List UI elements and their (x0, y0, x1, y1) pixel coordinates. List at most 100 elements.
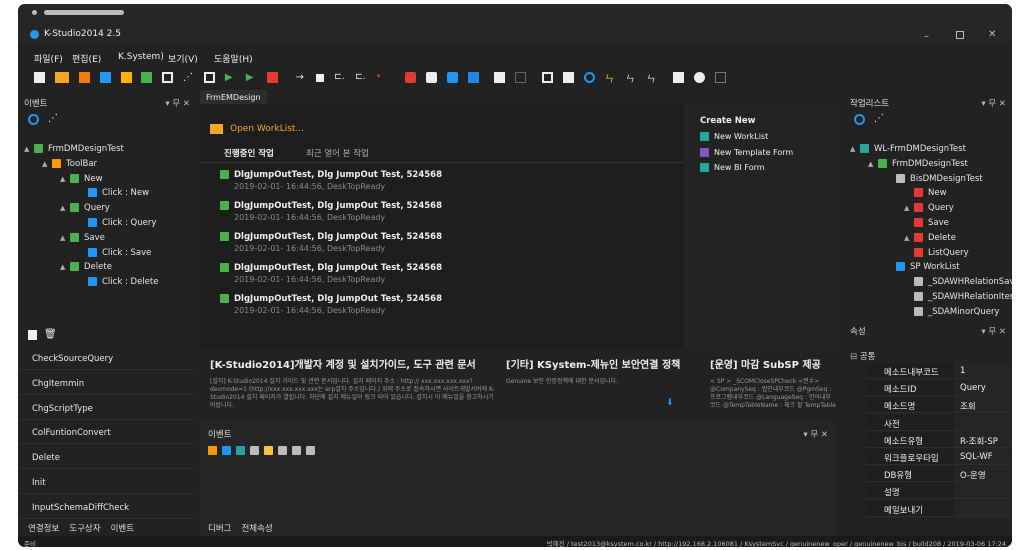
expand-arrow[interactable]: ▲ (60, 234, 70, 242)
folder-icon[interactable] (120, 72, 132, 83)
tree-item[interactable]: New (904, 188, 947, 203)
expand-arrow[interactable]: ▲ (60, 175, 70, 183)
command-item[interactable]: ColFuntionConvert (18, 420, 196, 445)
create-new-item[interactable]: New WorkList (700, 132, 768, 141)
left-tab-1[interactable]: 도구상자 (69, 524, 100, 534)
property-row[interactable]: 메소드유형 R-조회-SP (866, 431, 1012, 448)
tree-item[interactable]: ▲ ToolBar (42, 158, 97, 174)
property-value[interactable]: 조회 (954, 397, 1012, 414)
breakpoint-icon[interactable]: • (376, 72, 387, 83)
menu-item-4[interactable]: 도움말(H) (214, 52, 253, 65)
bottom-tab-1[interactable]: 전체속성 (241, 524, 272, 534)
create-new-item[interactable]: New BI Form (700, 163, 765, 172)
run-icon[interactable]: ▶ (246, 72, 257, 83)
trash-icon[interactable]: 🗑 (44, 329, 57, 340)
connector-icon[interactable]: ㄣ (605, 72, 616, 85)
bug-icon[interactable] (404, 72, 416, 83)
left-tab-0[interactable]: 연결정보 (28, 524, 59, 534)
property-row[interactable]: 사전 (866, 414, 1012, 431)
new-event-icon[interactable] (28, 330, 37, 340)
expand-arrow[interactable]: ▲ (60, 204, 70, 212)
edit-icon[interactable] (467, 72, 479, 83)
refresh-icon[interactable] (28, 114, 39, 125)
square-icon[interactable] (316, 73, 325, 82)
grid-icon[interactable] (99, 72, 111, 83)
property-row[interactable]: DB유형 O-운영 (866, 466, 1012, 483)
expand-arrow[interactable]: ▲ (904, 234, 914, 242)
expand-arrow[interactable]: ▲ (850, 145, 860, 153)
worklist-entry[interactable]: DlgJumpOutTest, Dlg JumpOut Test, 524568… (220, 263, 690, 293)
tree-item[interactable]: _SDAWHRelationSave (904, 277, 1012, 292)
tree-item[interactable]: SP WorkList (886, 262, 960, 277)
table-icon[interactable] (515, 72, 527, 83)
image-icon[interactable] (542, 72, 554, 83)
menu-item-1[interactable]: 편집(E) (72, 52, 101, 65)
step-icon[interactable]: ⊏. (334, 72, 345, 83)
tree-item[interactable]: ▲ Save (60, 232, 105, 248)
property-row[interactable]: 설명 (866, 483, 1012, 500)
news-item-2[interactable]: [기타] KSystem-제뉴인 보안연결 정책 Genuine 보안 인증정책… (506, 356, 686, 386)
layout-icon[interactable] (162, 72, 174, 83)
menu-item-3[interactable]: 보기(V) (168, 52, 198, 65)
tree-item[interactable]: _SDAWHRelationItem (904, 292, 1012, 307)
tree-item[interactable]: Click : Delete (78, 277, 158, 292)
worklist-entry[interactable]: DlgJumpOutTest, Dlg JumpOut Test, 524568… (220, 201, 690, 231)
play-icon[interactable]: ▶ (225, 72, 236, 83)
property-value[interactable]: Query (954, 380, 1012, 397)
connector2-icon[interactable]: ㄣ (626, 72, 637, 85)
arrow-right-icon[interactable]: → (296, 72, 307, 83)
tree-item[interactable]: ▲ FrmDMDesignTest (24, 144, 124, 159)
command-item[interactable]: ChgItemmin (18, 371, 196, 395)
command-item[interactable]: InputSchemaDiffCheck (18, 495, 196, 519)
left-tab-2[interactable]: 이벤트 (111, 524, 134, 534)
expand-arrow[interactable]: ▲ (60, 263, 70, 271)
panel-controls[interactable]: ▾ 무 ✕ (803, 428, 828, 440)
tree-item[interactable]: ▲ WL-FrmDMDesignTest (850, 144, 966, 159)
close-button[interactable]: ✕ (988, 29, 996, 40)
property-row[interactable]: 메소드내부코드 1 (866, 363, 1012, 379)
download-icon[interactable]: ⬇ (666, 398, 674, 408)
property-value[interactable]: 1 (954, 363, 1012, 379)
expand-arrow[interactable]: ▲ (42, 160, 52, 168)
expand-arrow[interactable]: ▲ (24, 145, 34, 153)
property-value[interactable] (954, 414, 1012, 431)
open-folder-icon[interactable] (54, 72, 69, 83)
magic-wand-icon[interactable]: ⋰ (874, 113, 884, 124)
db-icon[interactable] (446, 72, 458, 83)
worklist-entry[interactable]: DlgJumpOutTest, Dlg JumpOut Test, 524568… (220, 232, 690, 262)
create-new-item[interactable]: New Template Form (700, 147, 793, 157)
refresh-icon[interactable] (854, 114, 865, 125)
tree-item[interactable]: Click : New (78, 188, 149, 203)
calendar-icon[interactable] (715, 72, 727, 83)
chat-icon[interactable] (425, 72, 437, 83)
tree-item[interactable]: Click : Save (78, 247, 151, 263)
tree-item[interactable]: Save (904, 218, 949, 233)
tree-item[interactable]: ▲ New (60, 173, 103, 189)
tab-in-progress[interactable]: 진행중인 작업 (224, 147, 274, 159)
tree-item[interactable]: ListQuery (904, 247, 969, 263)
minimize-button[interactable]: – (924, 31, 929, 42)
magic-wand-icon[interactable]: ⋰ (48, 113, 58, 124)
window-icon[interactable] (141, 72, 153, 83)
worklist-entry[interactable]: DlgJumpOutTest, Dlg JumpOut Test, 524568… (220, 294, 690, 324)
property-row[interactable]: 워크플로우타입 SQL-WF (866, 449, 1012, 465)
tree-item[interactable]: Click : Query (78, 218, 156, 233)
news-item-3[interactable]: [운영] 마감 SubSP 제공 < SP > _SCOMCloseSPChec… (710, 356, 836, 410)
clipboard-icon[interactable] (494, 72, 506, 83)
command-item[interactable]: ChgScriptType (18, 396, 196, 420)
property-value[interactable] (954, 500, 1012, 517)
step-into-icon[interactable]: ⊏. (355, 72, 366, 83)
panel-controls[interactable]: ▾ 무 ✕ (981, 97, 1006, 109)
new-doc-icon[interactable] (34, 72, 45, 83)
panel-controls[interactable]: ▾ 무 ✕ (165, 97, 190, 109)
menu-item-0[interactable]: 파일(F) (34, 52, 63, 65)
worklist-entry[interactable]: DlgJumpOutTest, Dlg JumpOut Test, 524568… (220, 170, 690, 200)
command-item[interactable]: Init (18, 470, 196, 494)
tree-item[interactable]: ▲ Delete (60, 262, 112, 277)
property-row[interactable]: 메일보내기 (866, 500, 1012, 517)
property-group[interactable]: ⊟ 공통 (850, 350, 875, 362)
property-row[interactable]: 메소드ID Query (866, 380, 1012, 397)
panel-icon[interactable] (204, 72, 215, 83)
maximize-button[interactable] (956, 31, 964, 39)
panel-controls[interactable]: ▾ 무 ✕ (981, 325, 1006, 337)
